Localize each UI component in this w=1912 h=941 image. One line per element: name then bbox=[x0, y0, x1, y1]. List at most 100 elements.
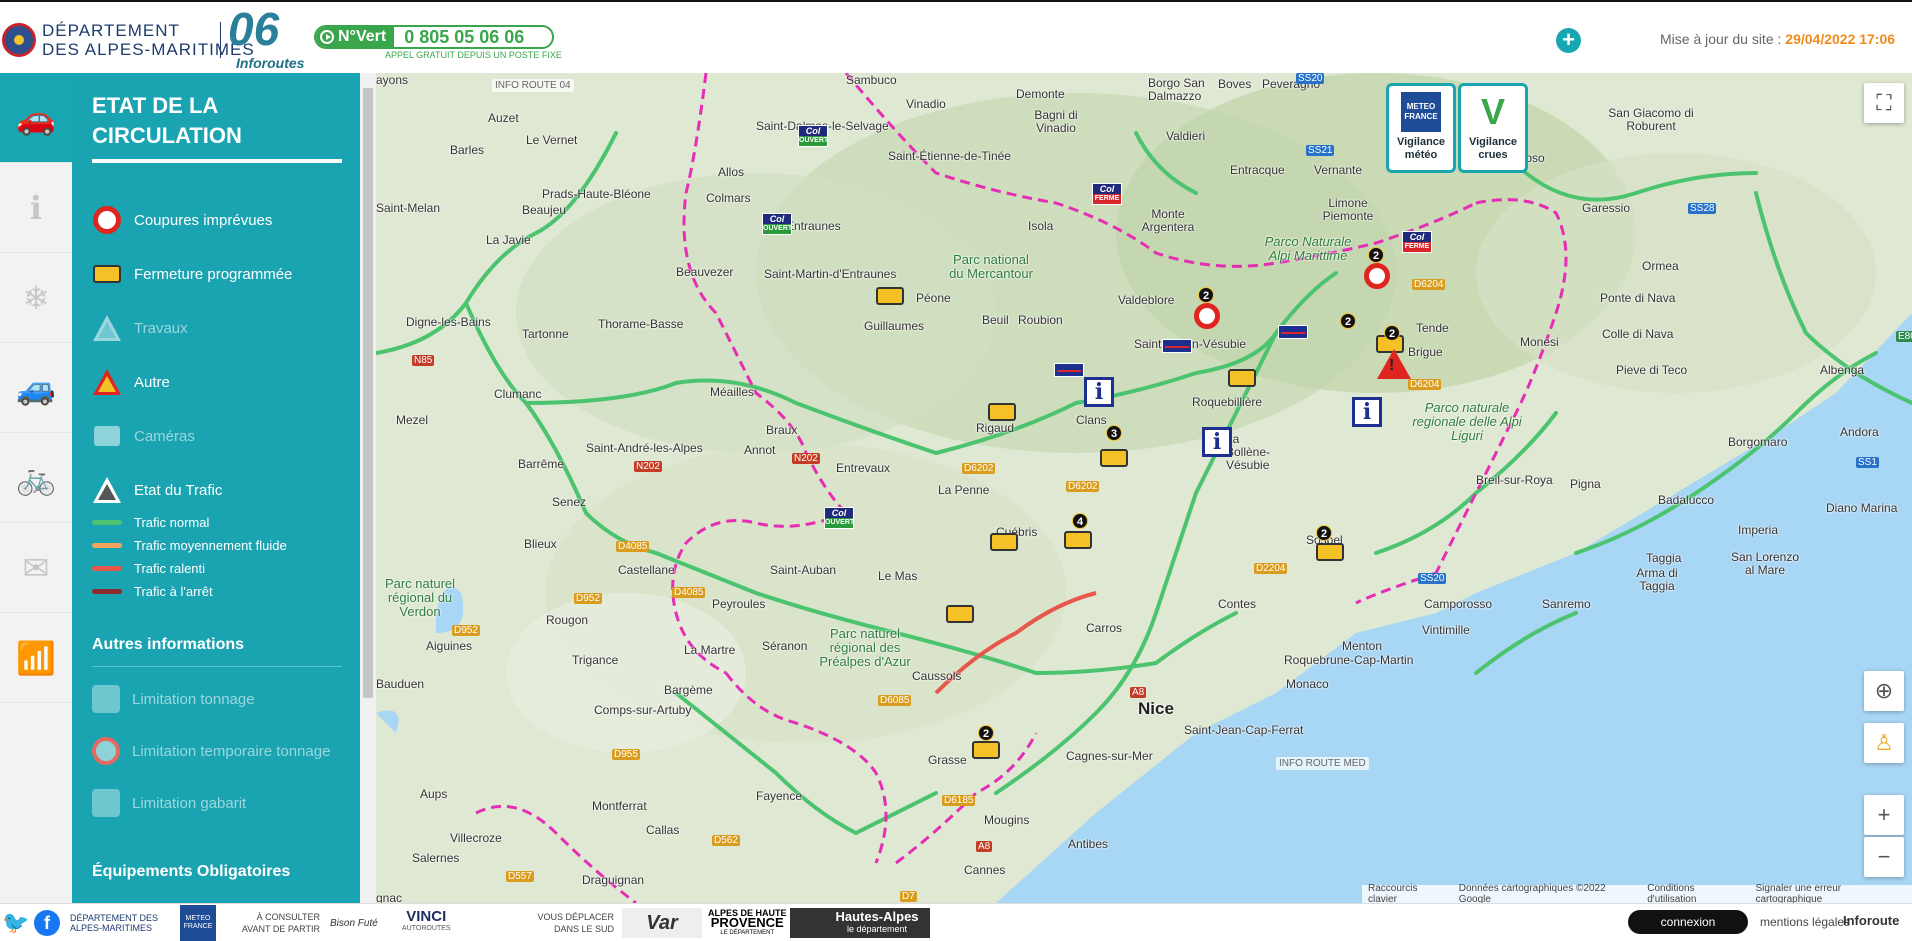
logo-06[interactable]: 06 bbox=[228, 2, 279, 56]
camera-icon bbox=[94, 426, 120, 446]
place-label: Arma di Taggia bbox=[1636, 566, 1678, 593]
legend-fermeture[interactable]: Fermeture programmée bbox=[92, 247, 352, 301]
traffic-state-icon bbox=[93, 477, 121, 503]
footer-meteo-logo[interactable]: METEO FRANCE bbox=[180, 905, 216, 941]
rail-info[interactable]: ℹ bbox=[0, 163, 72, 253]
rail-alerts[interactable]: ✉ bbox=[0, 523, 72, 613]
other-limitation-tonnage[interactable]: Limitation tonnage bbox=[92, 673, 352, 725]
cluster-count[interactable]: 4 bbox=[1072, 513, 1088, 529]
facebook-link[interactable]: f bbox=[34, 910, 60, 936]
cluster-count[interactable]: 2 bbox=[1340, 313, 1356, 329]
scheduled-closure-marker[interactable] bbox=[1316, 543, 1344, 561]
logo-inforoutes[interactable]: Inforoutes bbox=[236, 55, 304, 71]
traffic-level-arret: Trafic à l'arrêt bbox=[92, 580, 352, 603]
col-open-marker[interactable]: Col OUVERT bbox=[824, 507, 854, 529]
rail-carpool[interactable]: 🚙 bbox=[0, 343, 72, 433]
scheduled-closure-marker[interactable] bbox=[988, 403, 1016, 421]
other-limitation-temporaire[interactable]: Limitation temporaire tonnage bbox=[92, 725, 352, 777]
place-label: Borgo San Dalmazzo bbox=[1148, 76, 1205, 103]
add-button[interactable]: + bbox=[1556, 28, 1581, 53]
rail-rss[interactable]: 📶 bbox=[0, 613, 72, 703]
fullscreen-button[interactable]: ⛶ bbox=[1864, 83, 1904, 123]
place-label: Antibes bbox=[1068, 837, 1109, 851]
twitter-link[interactable]: 🐦 bbox=[2, 908, 29, 938]
numero-vert[interactable]: N°Vert 0 805 05 06 06 bbox=[314, 25, 554, 49]
footer-hautes-alpes-logo[interactable]: Hautes-Alpes le département bbox=[790, 908, 930, 938]
deviation-marker[interactable] bbox=[1162, 339, 1192, 353]
cluster-count[interactable]: 2 bbox=[1384, 325, 1400, 341]
unplanned-closure-marker[interactable] bbox=[1194, 303, 1220, 329]
keyboard-shortcuts-link[interactable]: Raccourcis clavier bbox=[1368, 883, 1447, 903]
road-label: D557 bbox=[506, 871, 534, 882]
deviation-marker[interactable] bbox=[1054, 363, 1084, 377]
scheduled-closure-marker[interactable] bbox=[990, 533, 1018, 551]
legal-notice-link[interactable]: mentions légales bbox=[1760, 915, 1850, 929]
info-marker[interactable]: i bbox=[1352, 397, 1382, 427]
cluster-count[interactable]: 2 bbox=[1368, 247, 1384, 263]
street-view-button[interactable]: ♙ bbox=[1864, 723, 1904, 763]
equipment-title: Équipements Obligatoires bbox=[92, 863, 291, 880]
inforoute-footer-logo[interactable]: Inforoute bbox=[1843, 913, 1899, 928]
legend-coupures[interactable]: Coupures imprévues bbox=[92, 193, 352, 247]
terms-link[interactable]: Conditions d'utilisation bbox=[1647, 883, 1743, 903]
other-limitation-gabarit[interactable]: Limitation gabarit bbox=[92, 777, 352, 829]
scheduled-closure-marker[interactable] bbox=[946, 605, 974, 623]
legend-etat-trafic[interactable]: Etat du Trafic bbox=[92, 463, 352, 517]
rail-bike[interactable]: 🚲 bbox=[0, 433, 72, 523]
cluster-count[interactable]: 2 bbox=[1316, 525, 1332, 541]
park-label: Parc naturel régional du Verdon bbox=[384, 576, 456, 619]
roadworks-icon bbox=[93, 315, 121, 341]
scheduled-closure-marker[interactable] bbox=[972, 741, 1000, 759]
vigilance-meteo-button[interactable]: METEO FRANCE Vigilance météo bbox=[1386, 83, 1456, 173]
login-button[interactable]: connexion bbox=[1628, 910, 1748, 934]
scheduled-closure-marker[interactable] bbox=[1100, 449, 1128, 467]
footer-department-logo[interactable]: DÉPARTEMENT DES ALPES-MARITIMES bbox=[70, 908, 174, 938]
numero-vert-label: N°Vert bbox=[316, 27, 395, 47]
legend-travaux[interactable]: Travaux bbox=[92, 301, 352, 355]
zoom-in-button[interactable]: + bbox=[1864, 795, 1904, 835]
pegman-icon: ♙ bbox=[1874, 730, 1894, 755]
panel-title: ETAT DE LA CIRCULATION bbox=[92, 91, 342, 163]
road-label: D2204 bbox=[1254, 563, 1288, 574]
footer-vinci-logo[interactable]: VINCI AUTOROUTES bbox=[402, 908, 451, 938]
department-logo[interactable]: DÉPARTEMENT DES ALPES-MARITIMES bbox=[0, 20, 255, 60]
info-route-04-label: INFO ROUTE 04 bbox=[492, 79, 574, 92]
place-label: Isola bbox=[1028, 219, 1054, 233]
scheduled-closure-marker[interactable] bbox=[1228, 369, 1256, 387]
place-label: Saint-Martin-d'Entraunes bbox=[764, 267, 897, 281]
unplanned-closure-marker[interactable] bbox=[1364, 263, 1390, 289]
info-marker[interactable]: i bbox=[1202, 427, 1232, 457]
rail-traffic[interactable]: 🚗 bbox=[0, 73, 72, 163]
col-open-marker[interactable]: Col OUVERT bbox=[798, 125, 828, 147]
report-error-link[interactable]: Signaler une erreur cartographique bbox=[1756, 883, 1906, 903]
cluster-count[interactable]: 2 bbox=[978, 725, 994, 741]
footer-bison-logo[interactable]: Bison Futé bbox=[330, 908, 378, 938]
cluster-count[interactable]: 2 bbox=[1198, 287, 1214, 303]
legend-cameras[interactable]: Caméras bbox=[92, 409, 352, 463]
deviation-marker[interactable] bbox=[1278, 325, 1308, 339]
col-closed-marker[interactable]: Col FERME bbox=[1092, 183, 1122, 205]
scheduled-closure-marker[interactable] bbox=[1064, 531, 1092, 549]
cluster-count[interactable]: 3 bbox=[1106, 425, 1122, 441]
panel-scrollbar-thumb[interactable] bbox=[363, 88, 373, 698]
road-label: SS20 bbox=[1296, 73, 1325, 84]
locate-button[interactable]: ⊕ bbox=[1864, 671, 1904, 711]
rail-winter[interactable]: ❄ bbox=[0, 253, 72, 343]
footer-var-logo[interactable]: Var bbox=[622, 908, 702, 938]
zoom-out-button[interactable]: − bbox=[1864, 837, 1904, 877]
scheduled-closure-marker[interactable] bbox=[876, 287, 904, 305]
place-label: Bauduen bbox=[376, 677, 425, 691]
warning-marker[interactable] bbox=[1377, 349, 1411, 379]
col-open-marker[interactable]: Col OUVERT bbox=[762, 213, 792, 235]
footer-ahp-logo[interactable]: ALPES DE HAUTE PROVENCE LE DÉPARTEMENT bbox=[708, 908, 787, 938]
map[interactable]: Sambuco Vinadio Demonte Borgo San Dalmaz… bbox=[376, 73, 1912, 903]
info-marker[interactable]: i bbox=[1084, 377, 1114, 407]
panel-scrollbar[interactable] bbox=[360, 73, 376, 903]
legend-autre[interactable]: Autre bbox=[92, 355, 352, 409]
warning-icon bbox=[93, 369, 121, 395]
place-label: Callas bbox=[646, 823, 680, 837]
vigilance-crues-button[interactable]: V Vigilance crues bbox=[1458, 83, 1528, 173]
place-label: Roquebrune-Cap-Martin bbox=[1284, 653, 1414, 667]
col-closed-marker[interactable]: Col FERME bbox=[1402, 231, 1432, 253]
road-label: N202 bbox=[792, 453, 820, 464]
